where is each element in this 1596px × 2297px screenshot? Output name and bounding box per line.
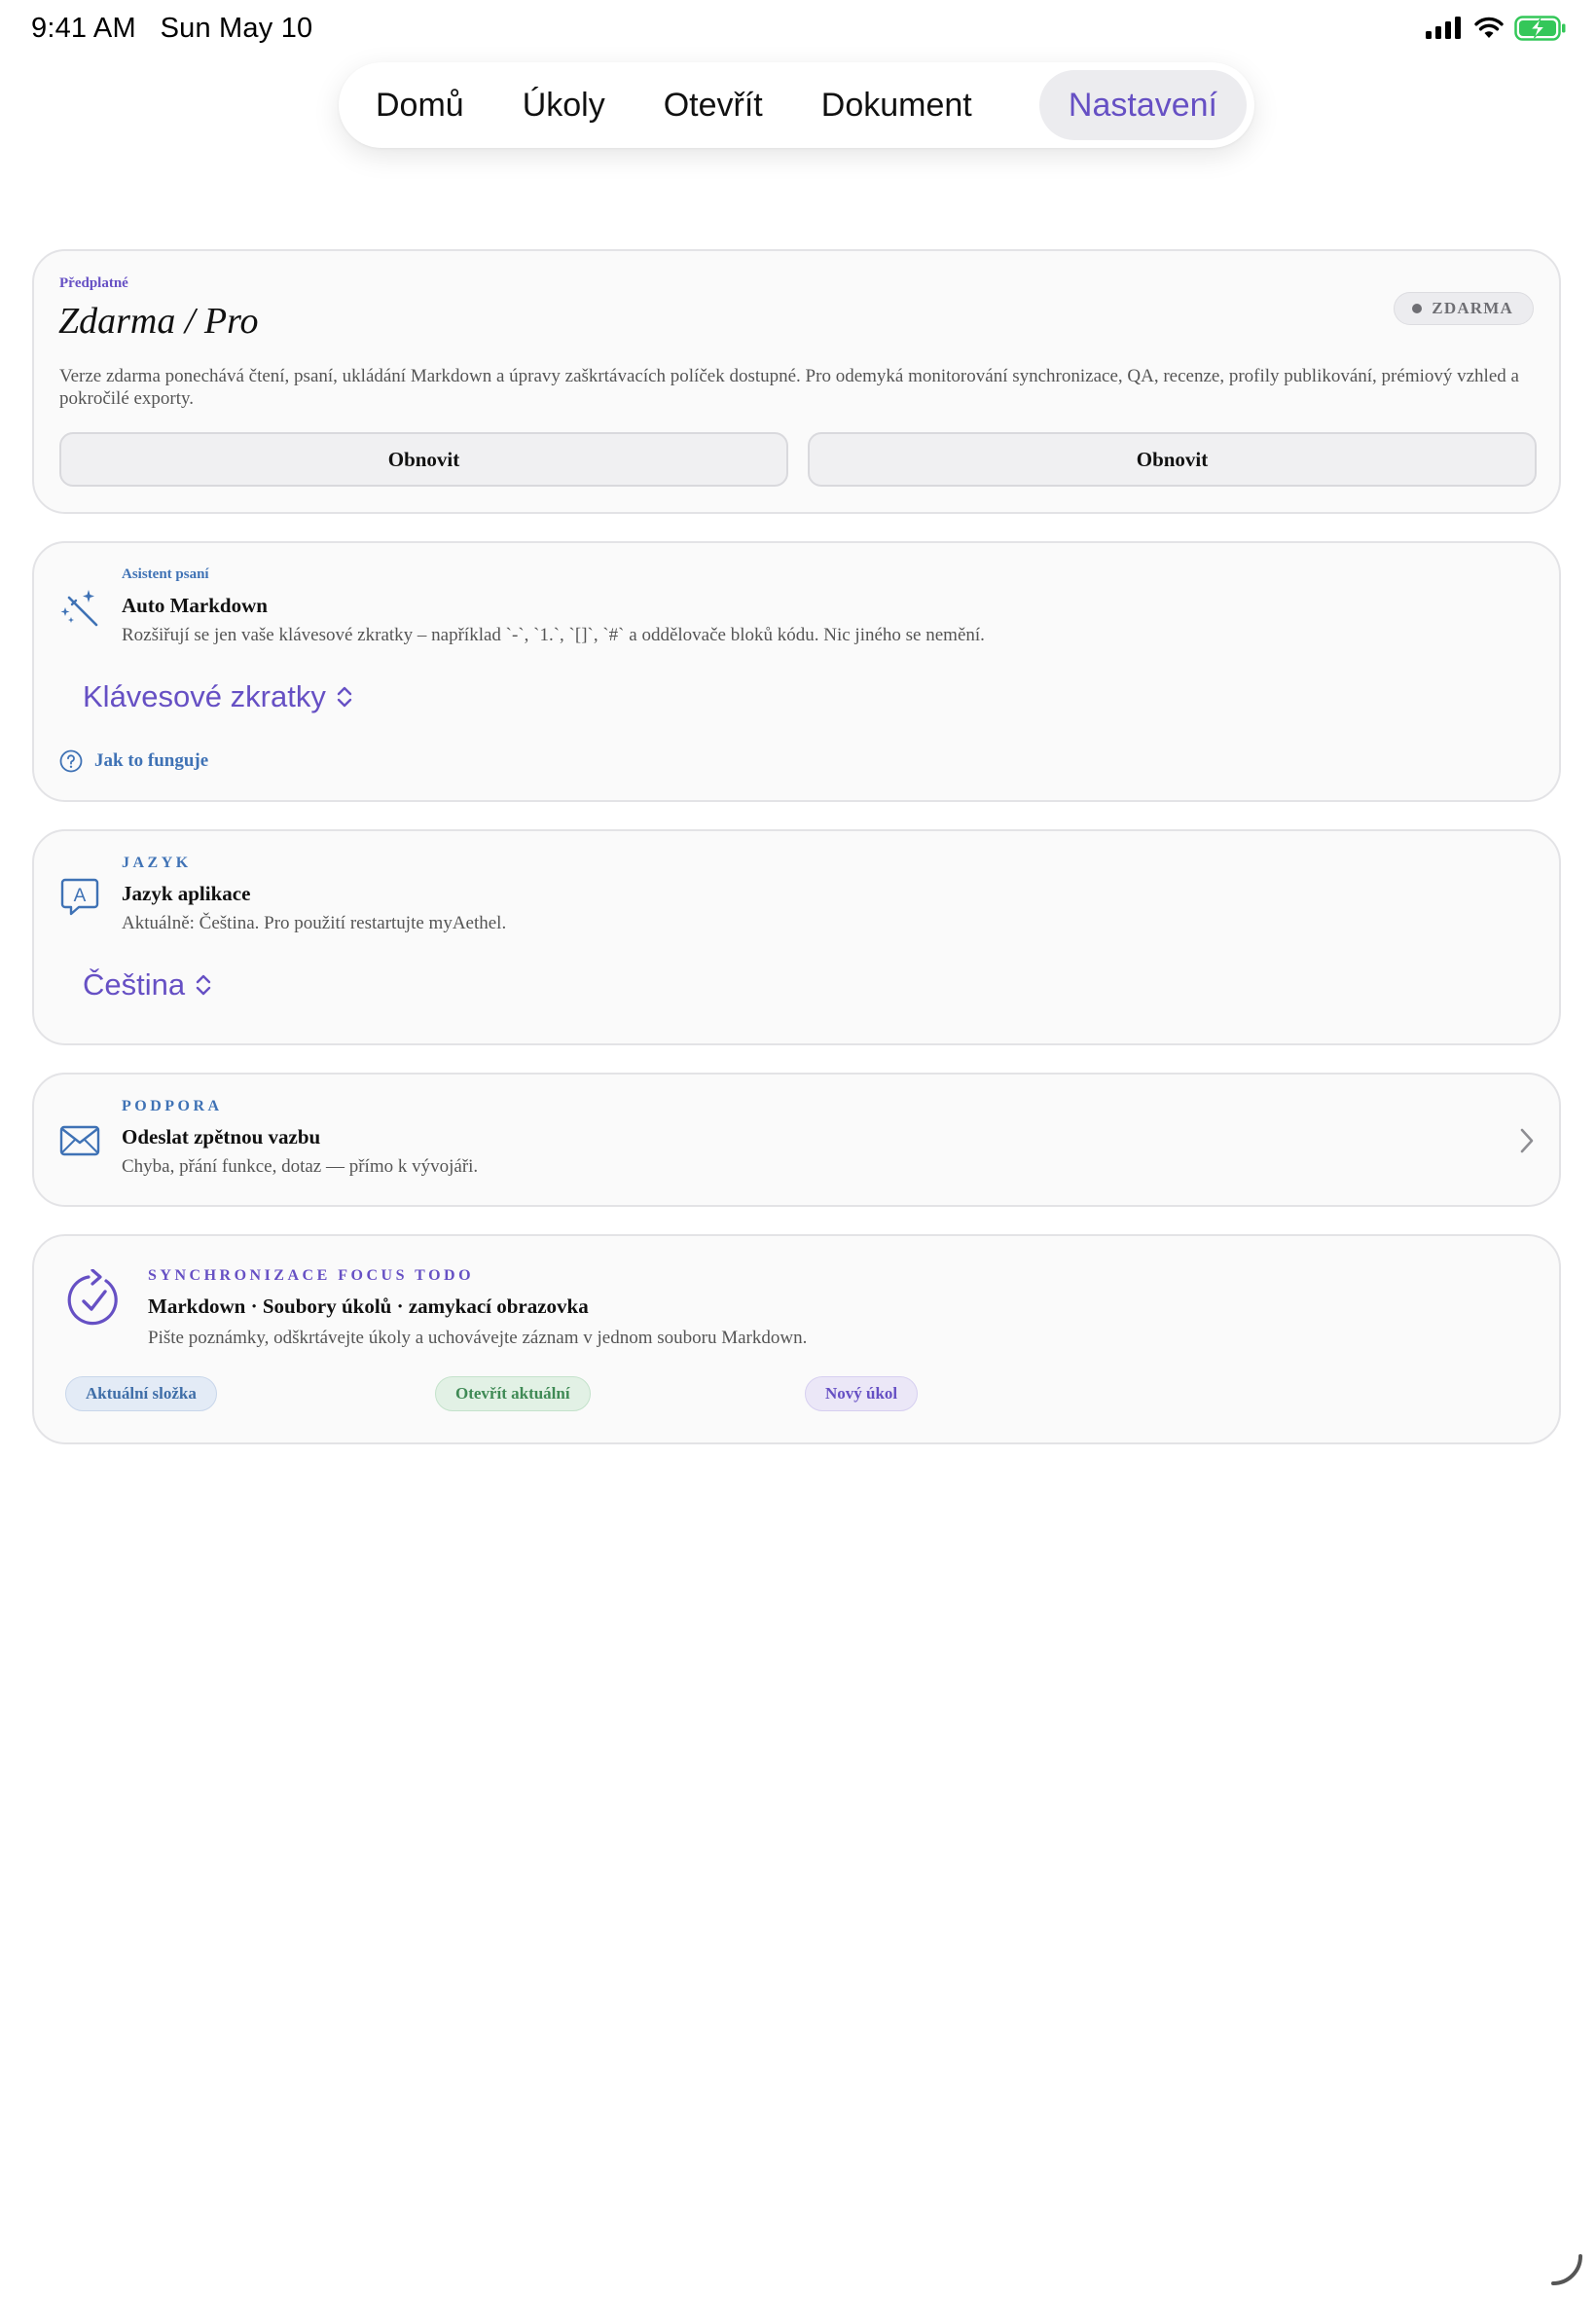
badge-label: ZDARMA bbox=[1432, 299, 1513, 317]
chevron-up-down-icon bbox=[196, 974, 211, 996]
tab-document[interactable]: Dokument bbox=[792, 70, 1001, 140]
writing-assistant-card: Asistent psaní Auto Markdown Rozšiřují s… bbox=[32, 541, 1561, 802]
writing-assistant-description: Rozšiřují se jen vaše klávesové zkratky … bbox=[122, 625, 985, 645]
language-title: Jazyk aplikace bbox=[122, 882, 251, 905]
language-kicker: JAZYK bbox=[122, 855, 192, 871]
subscription-description: Verze zdarma ponechává čtení, psaní, ukl… bbox=[59, 366, 1519, 409]
how-it-works-label: Jak to funguje bbox=[94, 750, 209, 771]
tab-open[interactable]: Otevřít bbox=[635, 70, 792, 140]
support-title: Odeslat zpětnou vazbu bbox=[122, 1125, 321, 1148]
question-circle-icon bbox=[59, 749, 83, 773]
tab-settings[interactable]: Nastavení bbox=[1038, 70, 1247, 140]
status-bar: 9:41 AM Sun May 10 bbox=[0, 0, 1596, 60]
envelope-icon bbox=[59, 1125, 100, 1156]
tab-tasks[interactable]: Úkoly bbox=[493, 70, 635, 140]
character-bubble-icon: A bbox=[60, 878, 99, 916]
subscription-card: Předplatné Zdarma / Pro ZDARMA Verze zda… bbox=[32, 249, 1561, 514]
chevron-up-down-icon bbox=[337, 686, 352, 708]
magic-wand-icon bbox=[60, 590, 98, 627]
status-icons bbox=[1425, 16, 1567, 41]
status-time: 9:41 AM Sun May 10 bbox=[31, 13, 313, 44]
language-picker[interactable]: Čeština bbox=[83, 967, 212, 1003]
chevron-right-icon bbox=[1520, 1128, 1534, 1153]
language-description: Aktuálně: Čeština. Pro použití restartuj… bbox=[122, 913, 507, 933]
status-date: Sun May 10 bbox=[160, 13, 313, 44]
svg-text:A: A bbox=[74, 886, 87, 906]
current-folder-button[interactable]: Aktuální složka bbox=[65, 1376, 217, 1411]
tab-home[interactable]: Domů bbox=[346, 70, 493, 140]
language-card: A JAZYK Jazyk aplikace Aktuálně: Čeština… bbox=[32, 829, 1561, 1045]
focus-sync-description: Pište poznámky, odškrtávejte úkoly a uch… bbox=[148, 1328, 808, 1348]
how-it-works-link[interactable]: Jak to funguje bbox=[59, 749, 208, 773]
sync-check-icon bbox=[67, 1269, 118, 1326]
wifi-icon bbox=[1474, 17, 1504, 38]
new-task-button[interactable]: Nový úkol bbox=[805, 1376, 919, 1411]
subscription-title: Zdarma / Pro bbox=[58, 301, 259, 342]
support-kicker: PODPORA bbox=[122, 1098, 223, 1114]
shortcut-mode-picker[interactable]: Klávesové zkratky bbox=[83, 679, 353, 714]
subscription-section-label: Předplatné bbox=[59, 275, 128, 291]
battery-charging-icon bbox=[1514, 16, 1566, 41]
restore-button-1[interactable]: Obnovit bbox=[59, 432, 788, 487]
shortcut-mode-value: Klávesové zkratky bbox=[83, 679, 326, 713]
writing-assistant-kicker: Asistent psaní bbox=[122, 566, 209, 582]
cellular-signal-icon bbox=[1426, 17, 1461, 39]
focus-sync-title: Markdown · Soubory úkolů · zamykací obra… bbox=[148, 1294, 589, 1318]
restore-button-2[interactable]: Obnovit bbox=[808, 432, 1537, 487]
focus-sync-kicker: SYNCHRONIZACE FOCUS TODO bbox=[148, 1267, 475, 1284]
feedback-card[interactable]: PODPORA Odeslat zpětnou vazbu Chyba, přá… bbox=[32, 1073, 1561, 1207]
resize-handle-icon[interactable] bbox=[1549, 2252, 1584, 2287]
open-current-button[interactable]: Otevřít aktuální bbox=[435, 1376, 591, 1411]
writing-assistant-title: Auto Markdown bbox=[122, 594, 268, 617]
support-description: Chyba, přání funkce, dotaz — přímo k výv… bbox=[122, 1156, 479, 1177]
badge-dot-icon bbox=[1412, 304, 1423, 313]
plan-status-badge: ZDARMA bbox=[1394, 292, 1534, 325]
focus-sync-card: SYNCHRONIZACE FOCUS TODO Markdown · Soub… bbox=[32, 1234, 1561, 1444]
tab-bar: Domů Úkoly Otevřít Dokument Nastavení bbox=[339, 62, 1254, 148]
language-value: Čeština bbox=[83, 967, 186, 1002]
